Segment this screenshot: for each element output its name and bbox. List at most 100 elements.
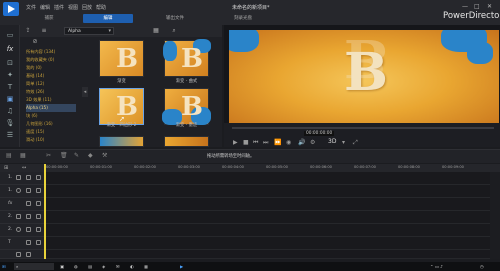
- track-lane[interactable]: [46, 224, 490, 237]
- taskbar-app-icon[interactable]: ◍: [74, 263, 78, 270]
- enable-checkbox-icon[interactable]: [26, 214, 31, 219]
- maximize-icon[interactable]: □: [474, 3, 480, 10]
- fx-room-icon[interactable]: fx: [5, 45, 15, 54]
- timecode-display[interactable]: 00:00:00:00: [304, 131, 335, 136]
- volume-icon[interactable]: 🔊: [298, 139, 305, 146]
- category-item[interactable]: 简单 (12): [26, 80, 76, 88]
- lock-icon[interactable]: [36, 227, 41, 232]
- track-lane[interactable]: [46, 198, 490, 211]
- explorer-toggle-icon[interactable]: ≡: [40, 27, 48, 35]
- library-filter-dropdown[interactable]: Alpha: [64, 27, 114, 35]
- track-lane[interactable]: [46, 185, 490, 198]
- track-header-video-1[interactable]: 1.: [0, 172, 46, 185]
- menu-file[interactable]: 文件: [26, 4, 36, 11]
- menu-edit[interactable]: 编辑: [40, 4, 50, 11]
- start-icon[interactable]: ⊞: [2, 263, 6, 270]
- preview-scrubber[interactable]: [232, 127, 494, 129]
- tray-icons[interactable]: ⌃ ▭ ♪: [430, 263, 443, 270]
- snapshot-icon[interactable]: ◉: [286, 139, 291, 146]
- fullscreen-icon[interactable]: ⤢: [353, 139, 358, 147]
- track-header-voice[interactable]: [0, 250, 46, 259]
- play-icon[interactable]: ▶: [233, 139, 238, 146]
- taskbar-app-icon[interactable]: ◐: [130, 263, 134, 270]
- menu-view[interactable]: 视图: [68, 4, 78, 11]
- category-item[interactable]: 滑动 (10): [26, 136, 76, 144]
- taskbar-app-icon[interactable]: ▦: [144, 263, 148, 270]
- category-item[interactable]: 我的收藏夹 (0): [26, 56, 76, 64]
- 3d-mode-toggle[interactable]: 3D: [328, 138, 336, 145]
- taskbar-search-icon[interactable]: ⌕: [14, 263, 54, 270]
- taskbar-powerdirector-icon[interactable]: ▶: [180, 263, 183, 270]
- split-icon[interactable]: ✂: [46, 152, 51, 159]
- timeline-playhead[interactable]: [44, 164, 46, 259]
- lock-icon[interactable]: [36, 201, 41, 206]
- chevron-down-icon[interactable]: ▾: [342, 139, 345, 146]
- category-item[interactable]: 所有内容 (134): [26, 48, 76, 56]
- settings-icon[interactable]: ⚙: [310, 139, 315, 146]
- category-item[interactable]: 我的 (0): [26, 64, 76, 72]
- storyboard-view-icon[interactable]: ▦: [20, 152, 26, 159]
- enable-checkbox-icon[interactable]: [26, 252, 31, 257]
- transition-thumb[interactable]: B: [163, 39, 211, 77]
- enable-checkbox-icon[interactable]: [26, 201, 31, 206]
- lock-icon[interactable]: [36, 214, 41, 219]
- particle-room-icon[interactable]: ✦: [5, 71, 15, 80]
- category-item[interactable]: 特效 (26): [26, 88, 76, 96]
- category-item[interactable]: 3D 效果 (11): [26, 96, 76, 104]
- taskbar-app-icon[interactable]: ▤: [88, 263, 92, 270]
- track-lane[interactable]: [46, 250, 490, 259]
- timeline-view-icon[interactable]: ▤: [6, 152, 12, 159]
- track-header-fx[interactable]: fx: [0, 198, 46, 211]
- transition-thumb[interactable]: B: [99, 40, 144, 77]
- import-icon[interactable]: ⇪: [24, 27, 32, 35]
- taskbar-app-icon[interactable]: ◈: [102, 263, 105, 270]
- lock-icon[interactable]: [36, 175, 41, 180]
- category-item-selected[interactable]: Alpha (15): [26, 104, 76, 112]
- track-header-audio-2[interactable]: 2.: [0, 224, 46, 237]
- track-header-video-2[interactable]: 2.: [0, 211, 46, 224]
- track-header-title[interactable]: T: [0, 237, 46, 250]
- tab-edit[interactable]: 编辑: [83, 14, 133, 23]
- enable-checkbox-icon[interactable]: [26, 227, 31, 232]
- category-item[interactable]: 速度 (15): [26, 128, 76, 136]
- fix-enhance-icon[interactable]: ✎: [74, 152, 79, 159]
- lock-icon[interactable]: [36, 240, 41, 245]
- tab-disc[interactable]: 刻录光盘: [223, 14, 263, 23]
- track-lane[interactable]: [46, 237, 490, 250]
- track-header-audio-1[interactable]: 1.: [0, 185, 46, 198]
- transition-room-icon[interactable]: ▣: [5, 95, 15, 104]
- fast-forward-icon[interactable]: ⏩: [274, 139, 281, 146]
- track-manager-icon[interactable]: ⊞: [4, 165, 8, 171]
- collapse-explorer-icon[interactable]: ◂: [82, 87, 88, 97]
- enable-checkbox-icon[interactable]: [26, 240, 31, 245]
- transition-thumb[interactable]: [164, 136, 209, 147]
- library-menu-icon[interactable]: ▦: [152, 27, 160, 35]
- delete-icon[interactable]: 🗑: [60, 152, 68, 159]
- transition-thumb[interactable]: [99, 136, 144, 147]
- category-item[interactable]: 几何图形 (16): [26, 120, 76, 128]
- track-lane[interactable]: [46, 172, 490, 185]
- search-icon[interactable]: ⌕: [170, 27, 178, 35]
- previous-frame-icon[interactable]: ⏮: [253, 139, 258, 147]
- lock-icon[interactable]: [36, 188, 41, 193]
- track-lane[interactable]: [46, 211, 490, 224]
- taskbar-app-icon[interactable]: ✉: [116, 263, 120, 270]
- pip-room-icon[interactable]: ⊡: [5, 59, 15, 68]
- category-item[interactable]: 块 (6): [26, 112, 76, 120]
- menu-playback[interactable]: 回放: [82, 4, 92, 11]
- menu-plugins[interactable]: 插件: [54, 4, 64, 11]
- tools-icon[interactable]: ⚒: [102, 152, 107, 159]
- chapter-room-icon[interactable]: ☰: [5, 131, 15, 140]
- timeline-scrollbar[interactable]: [490, 172, 500, 259]
- audio-mixing-icon[interactable]: ♫: [5, 107, 15, 116]
- taskbar-app-icon[interactable]: ▣: [60, 263, 64, 270]
- media-room-icon[interactable]: ▭: [5, 31, 15, 40]
- voice-over-icon[interactable]: 🎙: [5, 119, 15, 128]
- stop-icon[interactable]: ■: [243, 139, 249, 146]
- enable-checkbox-icon[interactable]: [26, 188, 31, 193]
- timeline-ruler[interactable]: 00:00:00:00 00:00:01:00 00:00:02:00 00:0…: [46, 164, 490, 172]
- keyframe-icon[interactable]: ◆: [88, 152, 93, 159]
- tab-produce[interactable]: 输出文件: [150, 14, 200, 23]
- close-icon[interactable]: ✕: [487, 3, 492, 10]
- transition-thumb[interactable]: B: [162, 88, 211, 125]
